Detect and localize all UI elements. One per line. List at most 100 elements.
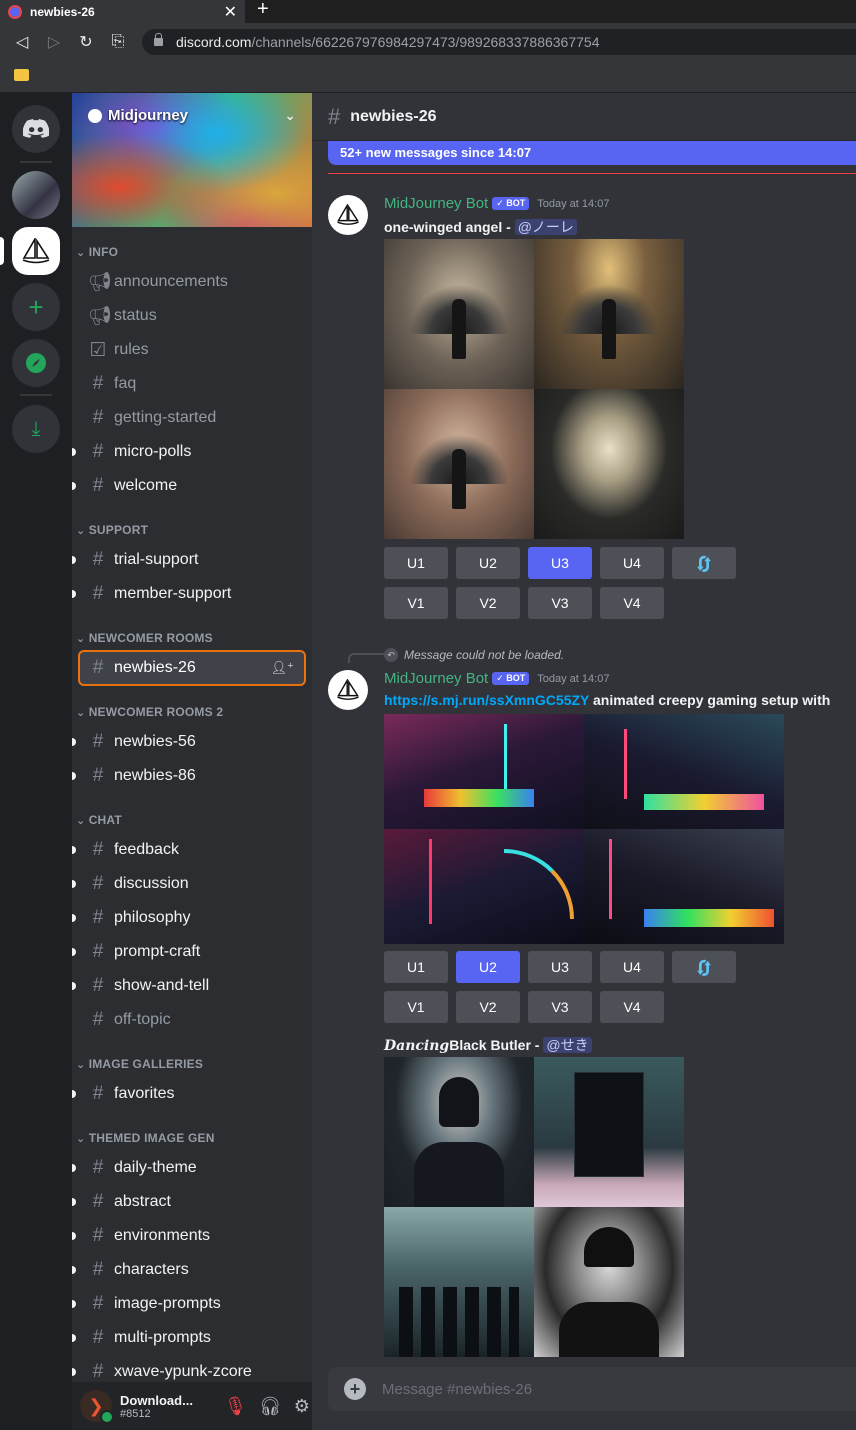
author-name[interactable]: MidJourney Bot [384, 670, 488, 687]
generated-image[interactable] [384, 389, 534, 539]
generated-image[interactable] [384, 239, 534, 389]
reroll-icon[interactable]: 🔄︎ [672, 951, 736, 983]
bot-avatar[interactable] [328, 670, 368, 710]
avatar[interactable]: ❯ [80, 1390, 114, 1424]
u3-button[interactable]: U3 [528, 951, 592, 983]
channel-prompt-craft[interactable]: # prompt-craft [72, 936, 304, 968]
v2-button[interactable]: V2 [456, 587, 520, 619]
channel-daily-theme[interactable]: # daily-theme [72, 1152, 304, 1184]
generated-image[interactable] [534, 1057, 684, 1207]
midjourney-server-icon[interactable] [12, 227, 60, 275]
channel-show-and-tell[interactable]: # show-and-tell [72, 970, 304, 1002]
chevron-down-icon[interactable]: ⌄ [284, 107, 296, 124]
server-name-header[interactable]: Midjourney [88, 107, 188, 124]
channel-micro-polls[interactable]: # micro-polls [72, 436, 304, 468]
channel-welcome[interactable]: # welcome [72, 470, 304, 502]
back-icon[interactable]: ◁ [6, 32, 38, 52]
add-server-icon[interactable]: + [12, 283, 60, 331]
channel-faq[interactable]: # faq [80, 368, 304, 400]
reply-reference[interactable]: ↶ Message could not be loaded. [384, 648, 564, 662]
add-member-icon[interactable]: 👤︎⁺ [271, 660, 294, 676]
u2-button[interactable]: U2 [456, 951, 520, 983]
channel-abstract[interactable]: # abstract [72, 1186, 304, 1218]
generated-image[interactable] [534, 239, 684, 389]
channel-discussion[interactable]: # discussion [72, 868, 304, 900]
explore-compass-icon[interactable] [12, 339, 60, 387]
category-themed-image-gen[interactable]: THEMED IMAGE GEN [76, 1131, 215, 1145]
v1-button[interactable]: V1 [384, 587, 448, 619]
u1-button[interactable]: U1 [384, 547, 448, 579]
channel-feedback[interactable]: # feedback [72, 834, 304, 866]
channel-status[interactable]: 📢︎ status [80, 300, 304, 332]
new-messages-bar[interactable]: 52+ new messages since 14:07 [328, 141, 856, 165]
channel-rules[interactable]: ☑ rules [80, 334, 304, 366]
attach-plus-icon[interactable]: + [344, 1378, 366, 1400]
image-grid[interactable] [384, 239, 684, 539]
message-composer[interactable]: + Message #newbies-26 [328, 1367, 856, 1411]
reroll-icon[interactable]: 🔄︎ [672, 547, 736, 579]
channel-multi-prompts[interactable]: # multi-prompts [72, 1322, 304, 1354]
v2-button[interactable]: V2 [456, 991, 520, 1023]
u1-button[interactable]: U1 [384, 951, 448, 983]
generated-image[interactable] [384, 714, 584, 829]
generated-image[interactable] [534, 1207, 684, 1357]
u2-button[interactable]: U2 [456, 547, 520, 579]
generated-image[interactable] [534, 389, 684, 539]
channel-philosophy[interactable]: # philosophy [72, 902, 304, 934]
mic-muted-icon[interactable]: 🎙︎ [224, 1396, 247, 1417]
v4-button[interactable]: V4 [600, 991, 664, 1023]
channel-trial-support[interactable]: # trial-support [72, 544, 304, 576]
new-tab-icon[interactable]: + [257, 0, 269, 21]
category-chat[interactable]: CHAT [76, 813, 122, 827]
category-support[interactable]: SUPPORT [76, 523, 148, 537]
channel-getting-started[interactable]: # getting-started [80, 402, 304, 434]
generated-image[interactable] [584, 714, 784, 829]
image-grid[interactable] [384, 1057, 684, 1357]
message-input[interactable]: Message #newbies-26 [382, 1381, 532, 1398]
channel-announcements[interactable]: 📢︎ announcements [80, 266, 304, 298]
u3-button[interactable]: U3 [528, 547, 592, 579]
channel-newbies-86[interactable]: # newbies-86 [72, 760, 304, 792]
headphones-icon[interactable]: 🎧︎ [259, 1396, 282, 1417]
channel-environments[interactable]: # environments [72, 1220, 304, 1252]
author-name[interactable]: MidJourney Bot [384, 195, 488, 212]
user-info[interactable]: Download... #8512 [120, 1393, 212, 1420]
generated-image[interactable] [584, 829, 784, 944]
bot-avatar[interactable] [328, 195, 368, 235]
category-newcomer-rooms-2[interactable]: NEWCOMER ROOMS 2 [76, 705, 223, 719]
category-image-galleries[interactable]: IMAGE GALLERIES [76, 1057, 203, 1071]
channel-favorites[interactable]: # favorites [72, 1078, 304, 1110]
channel-newbies-56[interactable]: # newbies-56 [72, 726, 304, 758]
reload-icon[interactable]: ↻ [70, 32, 102, 52]
folder-icon[interactable] [14, 69, 29, 81]
image-grid[interactable] [384, 714, 784, 944]
generated-image[interactable] [384, 829, 584, 944]
generated-image[interactable] [384, 1207, 534, 1357]
server-icon-1[interactable] [12, 171, 60, 219]
u4-button[interactable]: U4 [600, 951, 664, 983]
bookmark-icon[interactable]: ⎘ [102, 33, 134, 51]
channel-newbies-26[interactable]: # newbies-26 👤︎⁺ [78, 650, 306, 686]
v3-button[interactable]: V3 [528, 991, 592, 1023]
browser-tab[interactable]: newbies-26 ✕ [0, 0, 245, 23]
category-info[interactable]: INFO [76, 245, 118, 259]
channel-member-support[interactable]: # member-support [72, 578, 304, 610]
prompt-link[interactable]: https://s.mj.run/ssXmnGC55ZY [384, 692, 589, 708]
close-tab-icon[interactable]: ✕ [224, 2, 237, 22]
channel-image-prompts[interactable]: # image-prompts [72, 1288, 304, 1320]
user-mention[interactable]: @せき [543, 1037, 592, 1053]
v1-button[interactable]: V1 [384, 991, 448, 1023]
download-apps-icon[interactable]: ⤓ [12, 405, 60, 453]
v4-button[interactable]: V4 [600, 587, 664, 619]
discord-home-icon[interactable] [12, 105, 60, 153]
u4-button[interactable]: U4 [600, 547, 664, 579]
channel-characters[interactable]: # characters [72, 1254, 304, 1286]
category-newcomer-rooms[interactable]: NEWCOMER ROOMS [76, 631, 213, 645]
gear-icon[interactable]: ⚙ [294, 1396, 310, 1417]
channel-off-topic[interactable]: # off-topic [80, 1004, 304, 1036]
v3-button[interactable]: V3 [528, 587, 592, 619]
forward-icon[interactable]: ▷ [38, 32, 70, 52]
user-mention[interactable]: @ノーレ [514, 219, 577, 235]
generated-image[interactable] [384, 1057, 534, 1207]
url-field[interactable]: discord.com/channels/662267976984297473/… [142, 29, 856, 55]
